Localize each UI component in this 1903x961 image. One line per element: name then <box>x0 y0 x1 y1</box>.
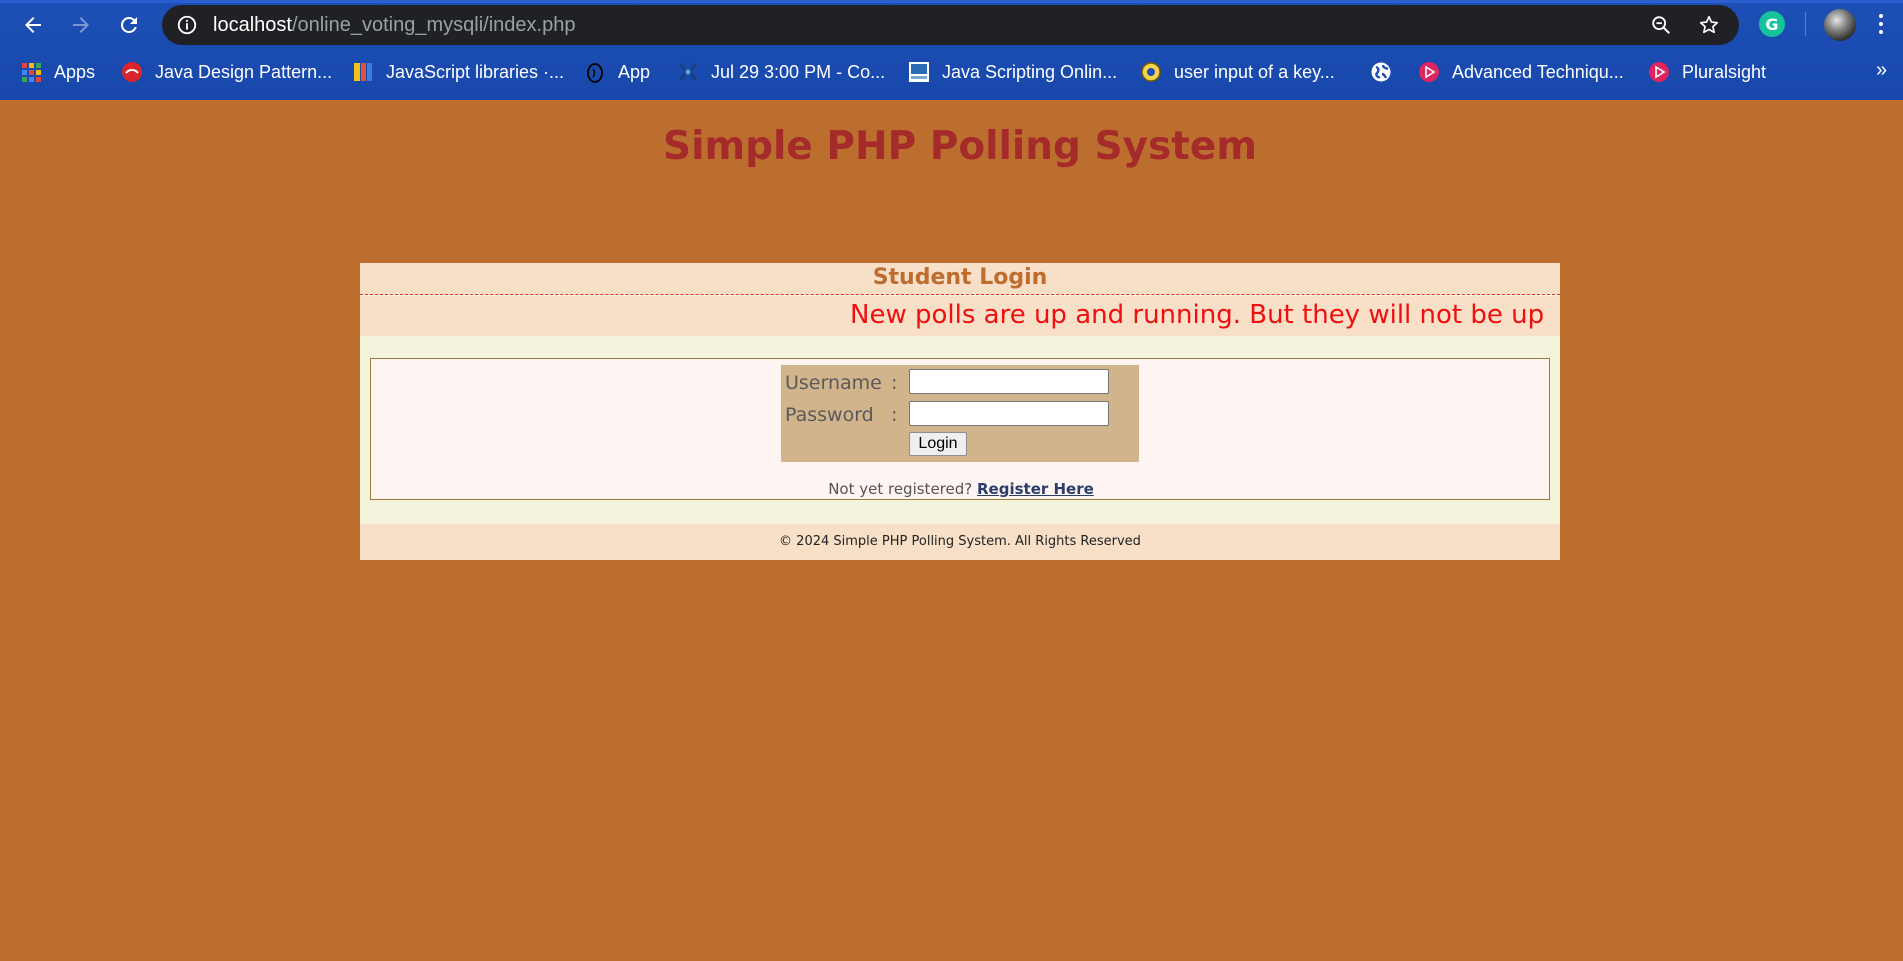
zoom-icon[interactable] <box>1650 14 1672 36</box>
window-top-edge <box>0 0 1903 3</box>
reload-icon <box>120 16 137 33</box>
info-icon[interactable] <box>176 14 198 36</box>
register-prompt: Not yet registered? Register Here <box>371 480 1551 498</box>
password-label: Password <box>785 404 874 426</box>
login-panel: Student Login New polls are up and runni… <box>360 263 1560 560</box>
announcement-marquee: New polls are up and running. But they w… <box>360 296 1560 336</box>
user-input-favicon <box>1140 61 1162 83</box>
panel-footer: © 2024 Simple PHP Polling System. All Ri… <box>360 524 1560 560</box>
panel-header: Student Login <box>360 263 1560 295</box>
panel-title: Student Login <box>872 265 1048 290</box>
username-colon: : <box>891 372 898 394</box>
register-link[interactable]: Register Here <box>977 480 1094 498</box>
bookmark-calendar-event[interactable]: Jul 29 3:00 PM - Co... <box>677 59 885 85</box>
java-scripting-favicon <box>908 61 930 83</box>
star-icon[interactable] <box>1698 14 1720 36</box>
bookmark-apps[interactable]: Apps <box>20 59 95 85</box>
url-host: localhost <box>213 14 292 36</box>
java-design-pattern-favicon <box>121 61 143 83</box>
forward-button[interactable] <box>64 8 98 42</box>
pluralsight-favicon <box>1648 61 1670 83</box>
bookmark-globe[interactable] <box>1370 59 1392 85</box>
bookmark-advanced-techniques[interactable]: Advanced Techniqu... <box>1418 59 1624 85</box>
address-bar[interactable]: localhost/online_voting_mysqli/index.php <box>162 5 1739 45</box>
url-text[interactable]: localhost/online_voting_mysqli/index.php <box>213 14 575 37</box>
site-title: Simple PHP Polling System <box>663 124 1257 169</box>
bookmark-label: JavaScript libraries ·... <box>386 61 565 82</box>
password-colon: : <box>891 404 898 426</box>
not-registered-text: Not yet registered? <box>828 480 973 498</box>
login-form: Username : Password : Login <box>781 365 1139 462</box>
bookmark-pluralsight[interactable]: Pluralsight <box>1648 59 1766 85</box>
bookmark-label: Apps <box>54 61 96 82</box>
javascript-libraries-favicon <box>352 61 374 83</box>
profile-avatar[interactable] <box>1824 9 1856 41</box>
bookmark-label: Java Scripting Onlin... <box>942 61 1118 82</box>
username-input[interactable] <box>909 369 1109 394</box>
toolbar-separator <box>1805 12 1806 36</box>
bookmark-label: Advanced Techniqu... <box>1452 61 1624 82</box>
bookmark-label: Java Design Pattern... <box>155 61 333 82</box>
menu-kebab-icon[interactable] <box>1876 11 1886 37</box>
username-label: Username <box>785 372 882 394</box>
copyright-text: © 2024 Simple PHP Polling System. All Ri… <box>779 534 1141 549</box>
browser-chrome: localhost/online_voting_mysqli/index.php… <box>0 0 1903 100</box>
more-bookmarks-chevron[interactable]: » <box>1876 59 1887 82</box>
bookmark-app[interactable]: App <box>584 59 650 85</box>
url-path: /online_voting_mysqli/index.php <box>291 14 576 36</box>
bookmark-user-input[interactable]: user input of a key... <box>1140 59 1335 85</box>
grammarly-extension-icon[interactable]: G <box>1759 11 1785 37</box>
back-button[interactable] <box>16 8 50 42</box>
bookmark-label: App <box>618 61 651 82</box>
reload-button[interactable] <box>112 8 146 42</box>
arrow-left-icon <box>25 17 41 33</box>
bookmark-java-scripting[interactable]: Java Scripting Onlin... <box>908 59 1117 85</box>
pluralsight-favicon <box>1418 61 1440 83</box>
bookmark-label: user input of a key... <box>1174 61 1335 82</box>
login-button[interactable]: Login <box>909 432 967 456</box>
grammarly-letter: G <box>1765 14 1779 34</box>
bookmark-javascript-libraries[interactable]: JavaScript libraries ·... <box>352 59 564 85</box>
apps-grid-icon <box>20 61 42 83</box>
bookmark-label: Pluralsight <box>1682 61 1767 82</box>
password-input[interactable] <box>909 401 1109 426</box>
bookmarks-bar: Apps Java Design Pattern... JavaScript l… <box>0 56 1903 88</box>
calendar-event-favicon <box>677 61 699 83</box>
bookmark-label: Jul 29 3:00 PM - Co... <box>711 61 886 82</box>
login-area: Username : Password : Login Not yet regi… <box>370 358 1550 500</box>
app-favicon <box>584 61 606 83</box>
bookmark-java-design-pattern[interactable]: Java Design Pattern... <box>121 59 332 85</box>
globe-icon <box>1370 61 1392 83</box>
marquee-text: New polls are up and running. But they w… <box>850 300 1545 330</box>
arrow-right-icon <box>73 17 89 33</box>
